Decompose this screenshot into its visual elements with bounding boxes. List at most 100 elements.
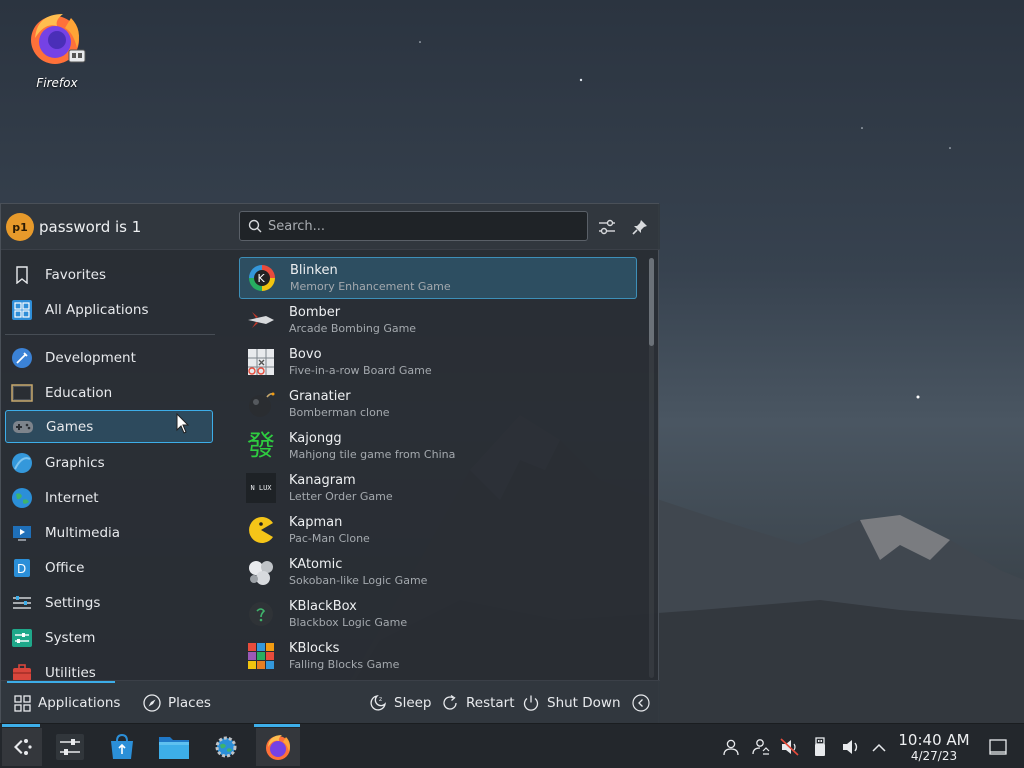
launcher-active-indicator bbox=[2, 724, 40, 727]
app-item-bomber[interactable]: Bomber Arcade Bombing Game bbox=[239, 299, 637, 341]
sidebar-item-label: Office bbox=[45, 559, 85, 576]
app-item-bovo[interactable]: Bovo Five-in-a-row Board Game bbox=[239, 341, 637, 383]
app-item-kanagram[interactable]: N LUX Kanagram Letter Order Game bbox=[239, 467, 637, 509]
tray-user-switch[interactable] bbox=[750, 736, 772, 758]
taskbar-item-system-settings[interactable] bbox=[50, 728, 90, 766]
app-description: Blackbox Logic Game bbox=[289, 616, 408, 629]
taskbar-item-dolphin[interactable] bbox=[154, 728, 194, 766]
settings-icon bbox=[11, 592, 33, 614]
launcher-footer: Applications Places z Sleep Restart Shut… bbox=[1, 680, 660, 724]
tab-places[interactable]: Places bbox=[143, 681, 211, 725]
clock-date: 4/27/23 bbox=[910, 749, 958, 763]
search-icon bbox=[248, 219, 262, 233]
firefox-icon bbox=[266, 735, 290, 760]
tray-volume[interactable] bbox=[840, 736, 862, 758]
app-description: Mahjong tile game from China bbox=[289, 448, 456, 461]
pin-icon bbox=[632, 220, 647, 235]
search-input[interactable] bbox=[268, 216, 578, 236]
kblocks-icon bbox=[246, 641, 276, 671]
tray-mute[interactable] bbox=[779, 736, 801, 758]
app-name: Bovo bbox=[289, 347, 322, 362]
firefox-active-indicator bbox=[254, 724, 300, 727]
user-name: password is 1 bbox=[39, 218, 142, 236]
tray-user[interactable] bbox=[720, 736, 742, 758]
sidebar-item-education[interactable]: Education bbox=[5, 376, 213, 409]
svg-text:z: z bbox=[379, 696, 382, 703]
pin-button[interactable] bbox=[629, 216, 651, 238]
digital-clock[interactable]: 10:40 AM 4/27/23 bbox=[896, 731, 972, 764]
restart-button[interactable]: Restart bbox=[441, 681, 515, 725]
taskbar-item-firefox[interactable] bbox=[256, 728, 300, 766]
app-item-kajongg[interactable]: 發 Kajongg Mahjong tile game from China bbox=[239, 425, 637, 467]
education-icon bbox=[11, 382, 33, 404]
chevron-up-icon bbox=[872, 743, 886, 752]
sidebar-item-label: Graphics bbox=[45, 454, 105, 471]
sidebar-item-label: Games bbox=[46, 418, 94, 435]
show-desktop-button[interactable] bbox=[987, 736, 1009, 758]
sidebar-item-settings[interactable]: Settings bbox=[5, 586, 213, 619]
svg-text:K: K bbox=[258, 272, 266, 285]
avatar[interactable]: p1 bbox=[6, 213, 34, 241]
shut-down-button[interactable]: Shut Down bbox=[522, 681, 621, 725]
taskbar-item-launcher[interactable] bbox=[2, 728, 42, 766]
gamepad-icon bbox=[12, 416, 34, 438]
button-label: Shut Down bbox=[547, 695, 621, 711]
sidebar-item-internet[interactable]: Internet bbox=[5, 481, 213, 514]
sidebar-item-favorites[interactable]: Favorites bbox=[5, 258, 213, 291]
sidebar-item-label: System bbox=[45, 629, 96, 646]
sidebar-item-label: Multimedia bbox=[45, 524, 121, 541]
mute-icon bbox=[780, 738, 799, 756]
app-name: Kapman bbox=[289, 515, 343, 530]
bomber-icon bbox=[246, 305, 276, 335]
tray-usb[interactable] bbox=[809, 736, 831, 758]
app-item-kblackbox[interactable]: KBlackBox Blackbox Logic Game bbox=[239, 593, 637, 635]
app-item-kblocks[interactable]: KBlocks Falling Blocks Game bbox=[239, 635, 637, 677]
app-item-blinken[interactable]: K Blinken Memory Enhancement Game bbox=[239, 257, 637, 299]
app-item-kapman[interactable]: Kapman Pac-Man Clone bbox=[239, 509, 637, 551]
taskbar-item-discover[interactable] bbox=[102, 728, 142, 766]
sidebar-item-label: Development bbox=[45, 349, 136, 366]
show-desktop-icon bbox=[989, 739, 1007, 755]
app-description: Sokoban-like Logic Game bbox=[289, 574, 428, 587]
tray-expander[interactable] bbox=[868, 736, 890, 758]
app-item-granatier[interactable]: Granatier Bomberman clone bbox=[239, 383, 637, 425]
desktop-icon-firefox[interactable]: Firefox bbox=[22, 8, 92, 90]
apps-scrollbar[interactable] bbox=[649, 258, 654, 346]
discover-icon bbox=[111, 733, 133, 759]
sleep-button[interactable]: z Sleep bbox=[369, 681, 432, 725]
sidebar-item-label: Utilities bbox=[45, 664, 96, 681]
system-monitor-icon bbox=[215, 736, 237, 758]
multimedia-icon bbox=[11, 522, 33, 544]
katomic-icon bbox=[246, 557, 276, 587]
sidebar-item-multimedia[interactable]: Multimedia bbox=[5, 516, 213, 549]
power-icon bbox=[522, 694, 540, 712]
sidebar-item-utilities[interactable]: Utilities bbox=[5, 656, 213, 680]
tab-label: Places bbox=[168, 695, 211, 711]
kanagram-icon: N LUX bbox=[246, 473, 276, 503]
sidebar-item-all-applications[interactable]: All Applications bbox=[5, 293, 213, 326]
kapman-icon bbox=[246, 515, 276, 545]
tab-applications[interactable]: Applications bbox=[13, 681, 120, 725]
clock-time: 10:40 AM bbox=[898, 731, 970, 749]
sidebar-item-graphics[interactable]: Graphics bbox=[5, 446, 213, 479]
kblackbox-icon bbox=[246, 599, 276, 629]
app-name: Bomber bbox=[289, 305, 341, 320]
configure-button[interactable] bbox=[596, 216, 618, 238]
app-name: Kajongg bbox=[289, 431, 342, 446]
user-switch-icon bbox=[752, 739, 770, 755]
sidebar-item-system[interactable]: System bbox=[5, 621, 213, 654]
dolphin-folder-icon bbox=[159, 737, 189, 759]
sidebar-item-office[interactable]: D Office bbox=[5, 551, 213, 584]
taskbar-item-system-monitor[interactable] bbox=[206, 728, 246, 766]
app-description: Arcade Bombing Game bbox=[289, 322, 417, 335]
system-settings-icon bbox=[56, 734, 84, 760]
sidebar-item-development[interactable]: Development bbox=[5, 341, 213, 374]
restart-icon bbox=[441, 694, 459, 712]
app-description: Five-in-a-row Board Game bbox=[289, 364, 432, 377]
search-box[interactable] bbox=[239, 211, 588, 241]
app-item-katomic[interactable]: KAtomic Sokoban-like Logic Game bbox=[239, 551, 637, 593]
svg-text:D: D bbox=[17, 562, 26, 576]
app-description: Falling Blocks Game bbox=[289, 658, 400, 671]
kde-launcher-icon bbox=[14, 739, 32, 755]
more-power-options-button[interactable] bbox=[632, 681, 657, 725]
